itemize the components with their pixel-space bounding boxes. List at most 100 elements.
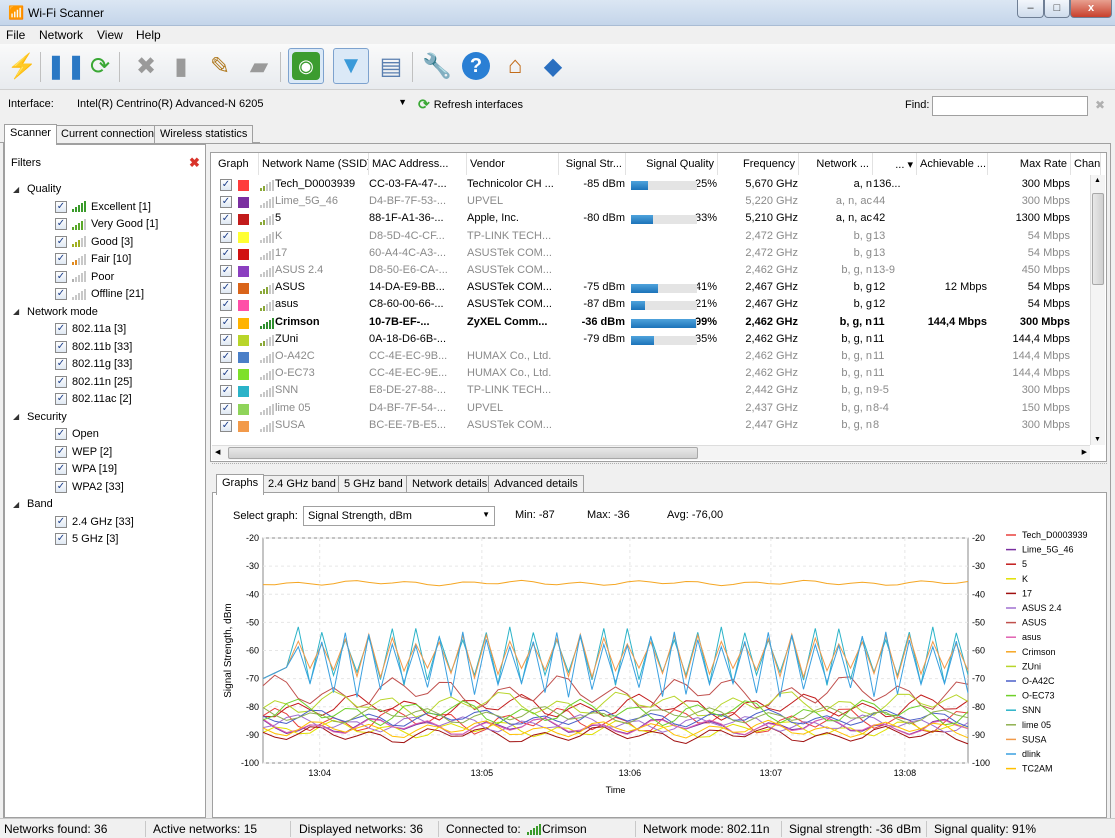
menu-help[interactable]: Help <box>136 28 161 42</box>
row-checkbox[interactable]: ✓ <box>220 419 232 432</box>
table-row[interactable]: ✓ O-A42C CC-4E-EC-9B... HUMAX Co., Ltd. 2,46… <box>211 349 1091 366</box>
column-header[interactable]: Chanr <box>1071 153 1101 175</box>
filter-checkbox[interactable]: ✓ <box>55 253 67 265</box>
filter-item[interactable]: ✓ WPA2 [33] <box>55 480 124 493</box>
filter-item[interactable]: ✓ 5 GHz [3] <box>55 533 118 545</box>
row-checkbox[interactable]: ✓ <box>220 213 232 226</box>
filter-group-network-mode[interactable]: ◢ Network mode <box>13 306 98 318</box>
horizontal-scrollbar[interactable]: ◀ ▶ <box>212 445 1090 460</box>
row-checkbox[interactable]: ✓ <box>220 265 232 277</box>
filter-checkbox[interactable]: ✓ <box>55 340 67 353</box>
filter-checkbox[interactable]: ✓ <box>55 375 67 388</box>
row-checkbox[interactable]: ✓ <box>220 402 232 415</box>
table-row[interactable]: ✓ O-EC73 CC-4E-EC-9E... HUMAX Co., Ltd. 2,46… <box>211 366 1091 383</box>
filter-item[interactable]: ✓ 802.11ac [2] <box>55 393 132 405</box>
filter-checkbox[interactable]: ✓ <box>55 218 67 230</box>
filter-item[interactable]: ✓ Very Good [1] <box>55 218 158 230</box>
collapse-triangle-icon[interactable]: ◢ <box>13 185 23 194</box>
scroll-down-icon[interactable]: ▼ <box>1094 436 1101 443</box>
hscroll-thumb[interactable] <box>228 447 698 459</box>
column-header[interactable]: Signal Str... <box>559 153 626 175</box>
collapse-triangle-icon[interactable]: ◢ <box>13 412 23 421</box>
column-header[interactable]: Frequency <box>718 153 799 175</box>
filter-item[interactable]: ✓ Good [3] <box>55 235 133 248</box>
table-row[interactable]: ✓ SNN E8-DE-27-88-... TP-LINK TECH... 2,442 … <box>211 383 1091 400</box>
home-button[interactable]: ⌂ <box>497 48 533 84</box>
refresh-interfaces-button[interactable]: ⟳ Refresh interfaces <box>418 96 523 113</box>
settings-wrench-button[interactable]: 🔧 <box>419 48 455 84</box>
filter-item[interactable]: ✓ Offline [21] <box>55 288 144 300</box>
help-button[interactable]: ? <box>458 48 494 84</box>
filter-checkbox[interactable]: ✓ <box>55 235 67 248</box>
filter-item[interactable]: ✓ 802.11a [3] <box>55 323 126 335</box>
minimize-button[interactable]: – <box>1017 0 1044 18</box>
column-header[interactable]: Achievable ... <box>917 153 988 175</box>
table-row[interactable]: ✓ Lime_5G_46 D4-BF-7F-53-... UPVEL 5,220 GHz… <box>211 194 1091 211</box>
menu-file[interactable]: File <box>6 28 25 42</box>
table-row[interactable]: ✓ ASUS 14-DA-E9-BB... ASUSTek COM... -75 dBm… <box>211 280 1091 297</box>
row-checkbox[interactable]: ✓ <box>220 316 232 329</box>
report-button[interactable]: ▤ <box>373 48 409 84</box>
row-checkbox[interactable]: ✓ <box>220 230 232 243</box>
filter-item[interactable]: ✓ Open <box>55 428 99 440</box>
row-checkbox[interactable]: ✓ <box>220 351 232 363</box>
filter-item[interactable]: ✓ Excellent [1] <box>55 200 151 213</box>
row-checkbox[interactable]: ✓ <box>220 247 232 260</box>
tab-scanner[interactable]: Scanner <box>4 124 57 145</box>
filter-item[interactable]: ✓ 802.11b [33] <box>55 340 132 353</box>
maximize-button[interactable]: □ <box>1044 0 1070 18</box>
find-input[interactable] <box>932 96 1088 116</box>
filter-checkbox[interactable]: ✓ <box>55 200 67 213</box>
column-header[interactable]: ... ▾ <box>873 153 917 175</box>
about-button[interactable]: ◆ <box>535 48 571 84</box>
filter-checkbox[interactable]: ✓ <box>55 358 67 370</box>
table-row[interactable]: ✓ asus C8-60-00-66-... ASUSTek COM... -87 dB… <box>211 297 1091 314</box>
tab-graphs[interactable]: Graphs <box>216 474 265 495</box>
filter-checkbox[interactable]: ✓ <box>55 270 67 283</box>
splitter[interactable] <box>212 463 1107 464</box>
collapse-triangle-icon[interactable]: ◢ <box>13 307 23 316</box>
column-header[interactable]: Graph <box>215 153 259 175</box>
start-stop-button[interactable]: ⚡ <box>4 48 40 84</box>
table-row[interactable]: ✓ lime 05 D4-BF-7F-54-... UPVEL 2,437 GHz b, … <box>211 401 1091 418</box>
scroll-left-icon[interactable]: ◀ <box>215 448 220 456</box>
column-header[interactable]: Max Rate <box>988 153 1071 175</box>
delete-button[interactable]: ✖ <box>128 48 164 84</box>
filter-button[interactable]: ▼ <box>333 48 369 84</box>
filter-checkbox[interactable]: ✓ <box>55 480 67 493</box>
filter-checkbox[interactable]: ✓ <box>55 445 67 458</box>
row-checkbox[interactable]: ✓ <box>220 333 232 346</box>
filter-group-band[interactable]: ◢ Band <box>13 498 53 510</box>
filter-item[interactable]: ✓ 802.11n [25] <box>55 375 132 388</box>
tab-wireless-statistics[interactable]: Wireless statistics <box>154 125 254 144</box>
filter-item[interactable]: ✓ Fair [10] <box>55 253 131 265</box>
clear-find-icon[interactable]: ✖ <box>1095 98 1105 112</box>
row-checkbox[interactable]: ✓ <box>220 196 232 209</box>
scroll-right-icon[interactable]: ▶ <box>1082 448 1087 456</box>
column-header[interactable]: Network ... <box>799 153 873 175</box>
vertical-scrollbar[interactable]: ▲ ▼ <box>1090 175 1105 445</box>
menu-view[interactable]: View <box>97 28 123 42</box>
column-header[interactable]: Network Name (SSID) <box>259 153 369 175</box>
pause-button[interactable]: ❚❚ <box>46 48 86 84</box>
table-row[interactable]: ✓ ASUS 2.4 D8-50-E6-CA-... ASUSTek COM... 2,… <box>211 263 1091 280</box>
column-header[interactable]: MAC Address... <box>369 153 467 175</box>
filter-item[interactable]: ✓ Poor <box>55 270 114 283</box>
column-header[interactable]: Signal Quality <box>626 153 718 175</box>
filter-checkbox[interactable]: ✓ <box>55 323 67 335</box>
refresh-button[interactable]: ⟳ <box>82 48 118 84</box>
filter-checkbox[interactable]: ✓ <box>55 515 67 528</box>
filter-checkbox[interactable]: ✓ <box>55 288 67 300</box>
row-checkbox[interactable]: ✓ <box>220 282 232 295</box>
filter-checkbox[interactable]: ✓ <box>55 533 67 545</box>
table-row[interactable]: ✓ K D8-5D-4C-CF... TP-LINK TECH... 2,472 GHz… <box>211 229 1091 246</box>
scroll-thumb[interactable] <box>1092 193 1104 285</box>
scroll-up-icon[interactable]: ▲ <box>1094 177 1101 184</box>
row-checkbox[interactable]: ✓ <box>220 299 232 312</box>
filter-item[interactable]: ✓ WPA [19] <box>55 463 117 475</box>
table-row[interactable]: ✓ 17 60-A4-4C-A3-... ASUSTek COM... 2,472 GH… <box>211 246 1091 263</box>
row-checkbox[interactable]: ✓ <box>220 385 232 398</box>
clear-button[interactable]: ✎ <box>202 48 238 84</box>
filter-group-security[interactable]: ◢ Security <box>13 411 67 423</box>
table-row[interactable]: ✓ ZUni 0A-18-D6-6B-... -79 dBm 35% 2,462 GHz b… <box>211 332 1091 349</box>
